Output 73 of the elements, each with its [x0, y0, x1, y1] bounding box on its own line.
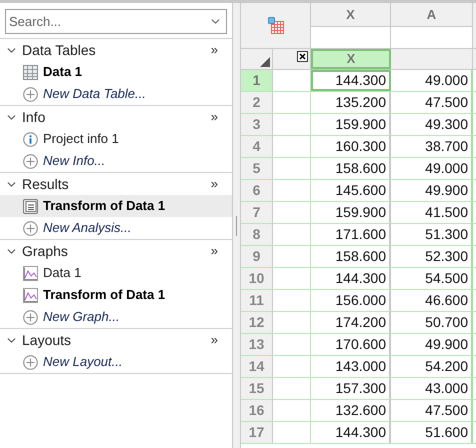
table-cell[interactable]: 47.500: [391, 92, 473, 113]
table-cell[interactable]: 157.300: [311, 378, 391, 399]
table-icon: [23, 64, 38, 80]
table-cell[interactable]: 159.900: [311, 202, 391, 223]
navigator-item[interactable]: New Graph...: [0, 306, 232, 328]
table-cell[interactable]: 160.300: [311, 136, 391, 157]
more-button[interactable]: »: [210, 40, 218, 60]
document-icon: [23, 198, 38, 214]
add-icon: [23, 154, 38, 168]
search-combo-box[interactable]: Search...: [5, 9, 227, 34]
table-cell[interactable]: 156.000: [311, 290, 391, 311]
navigator-item[interactable]: New Analysis...: [0, 217, 232, 239]
line-chart-icon: [23, 266, 38, 280]
table-cell[interactable]: 171.600: [311, 224, 391, 245]
table-cell[interactable]: 47.500: [391, 400, 473, 421]
table-cell[interactable]: 135.200: [311, 92, 391, 113]
section-title[interactable]: Results: [22, 174, 69, 194]
section-title[interactable]: Layouts: [22, 330, 72, 350]
table-cell[interactable]: 51.300: [391, 224, 473, 245]
navigator-item[interactable]: New Layout...: [0, 351, 232, 373]
info-icon: [23, 132, 38, 146]
navigator-item[interactable]: Transform of Data 1: [0, 195, 232, 217]
column-letter[interactable]: A: [391, 3, 472, 27]
more-button[interactable]: »: [210, 107, 218, 127]
table-cell[interactable]: 49.000: [391, 70, 473, 91]
table-cell[interactable]: 49.900: [391, 334, 473, 355]
close-icon[interactable]: [297, 51, 308, 62]
table-cell[interactable]: 144.300: [311, 70, 391, 91]
line-chart-icon: [23, 288, 38, 302]
table-cell[interactable]: 43.000: [391, 378, 473, 399]
table-icon[interactable]: [268, 17, 284, 34]
more-button[interactable]: »: [210, 174, 218, 194]
table-cell[interactable]: 51.600: [391, 422, 473, 443]
table-cell[interactable]: 54.500: [391, 268, 473, 289]
section-title[interactable]: Graphs: [22, 240, 68, 262]
column-letter[interactable]: X: [311, 3, 390, 27]
add-icon: [23, 354, 38, 370]
add-icon: [23, 220, 38, 236]
row-number[interactable]: 1: [241, 70, 273, 91]
navigator-item[interactable]: New Info...: [0, 150, 232, 172]
table-cell[interactable]: 49.000: [391, 158, 473, 179]
table-cell[interactable]: 170.600: [311, 334, 391, 355]
table-cell[interactable]: 158.600: [311, 246, 391, 267]
table-cell[interactable]: 49.900: [391, 180, 473, 201]
table-cell[interactable]: 41.500: [391, 202, 473, 223]
navigator-item[interactable]: Project info 1: [0, 128, 232, 150]
table-cell[interactable]: 46.600: [391, 290, 473, 311]
navigator-item[interactable]: Transform of Data 1: [0, 284, 232, 306]
table-cell[interactable]: 143.000: [311, 356, 391, 377]
add-icon: [23, 86, 38, 102]
table-cell[interactable]: 52.300: [391, 246, 473, 267]
section-title[interactable]: Info: [22, 106, 46, 128]
column-header[interactable]: X: [311, 49, 391, 69]
navigator-item[interactable]: Data 1: [0, 61, 232, 83]
table-cell[interactable]: 50.700: [391, 312, 473, 333]
table-cell[interactable]: 49.300: [391, 114, 473, 135]
table-cell[interactable]: 145.600: [311, 180, 391, 201]
table-cell[interactable]: 159.900: [311, 114, 391, 135]
more-button[interactable]: »: [210, 241, 218, 261]
table-cell[interactable]: 158.600: [311, 158, 391, 179]
more-button[interactable]: »: [210, 330, 218, 350]
table-cell[interactable]: 132.600: [311, 400, 391, 421]
navigator-item[interactable]: Data 1: [0, 262, 232, 284]
add-icon: [23, 310, 38, 324]
table-cell[interactable]: 144.300: [311, 422, 391, 443]
select-all-icon[interactable]: [260, 57, 270, 67]
navigator-item[interactable]: New Data Table...: [0, 83, 232, 105]
section-title[interactable]: Data Tables: [22, 40, 96, 60]
table-cell[interactable]: 38.700: [391, 136, 473, 157]
table-cell[interactable]: 54.200: [391, 356, 473, 377]
table-cell[interactable]: 174.200: [311, 312, 391, 333]
table-cell[interactable]: 144.300: [311, 268, 391, 289]
search-field[interactable]: Search...: [9, 12, 209, 32]
